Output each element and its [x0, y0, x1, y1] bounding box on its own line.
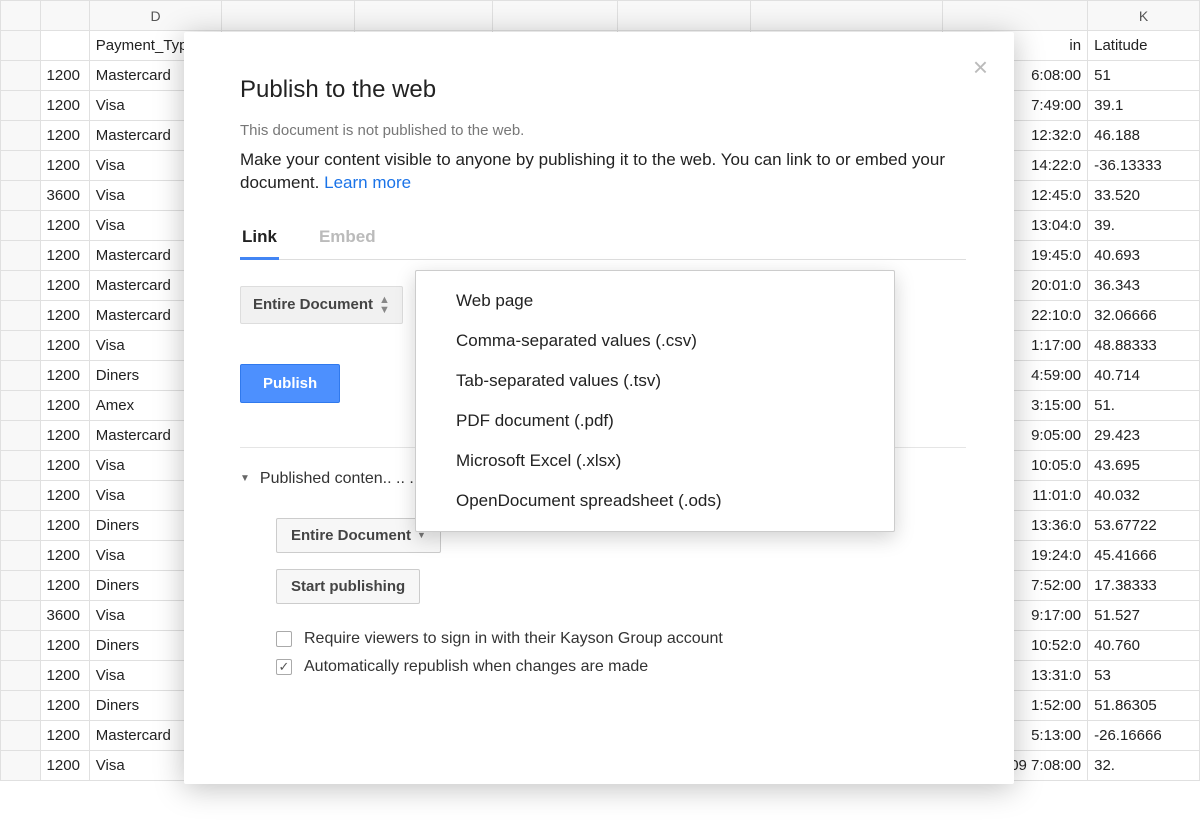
start-publishing-button[interactable]: Start publishing [276, 569, 420, 604]
col-header-D[interactable]: D [89, 1, 222, 31]
checkbox-checked-icon[interactable] [276, 659, 292, 675]
published-settings-panel: Entire Document ▼ Start publishing Requi… [240, 518, 966, 676]
format-option[interactable]: OpenDocument spreadsheet (.ods) [416, 481, 894, 521]
caret-down-icon: ▼ [240, 473, 250, 484]
tab-link[interactable]: Link [240, 221, 279, 259]
format-option[interactable]: Web page [416, 281, 894, 321]
publish-button[interactable]: Publish [240, 364, 340, 403]
publish-status: This document is not published to the we… [240, 122, 966, 139]
column-letter-row: D K [1, 1, 1200, 31]
auto-republish-label: Automatically republish when changes are… [304, 658, 648, 676]
format-option[interactable]: Comma-separated values (.csv) [416, 321, 894, 361]
tab-embed[interactable]: Embed [317, 221, 378, 259]
format-dropdown-menu: Web pageComma-separated values (.csv)Tab… [415, 270, 895, 532]
publish-tabs: Link Embed [240, 221, 966, 260]
close-icon[interactable]: × [973, 54, 988, 80]
dialog-title: Publish to the web [240, 76, 966, 104]
require-signin-row[interactable]: Require viewers to sign in with their Ka… [276, 630, 966, 648]
format-option[interactable]: PDF document (.pdf) [416, 401, 894, 441]
sort-arrows-icon: ▲▼ [379, 295, 390, 315]
scope-label: Entire Document [253, 296, 373, 313]
format-option[interactable]: Tab-separated values (.tsv) [416, 361, 894, 401]
dialog-description: Make your content visible to anyone by p… [240, 149, 966, 195]
require-signin-label: Require viewers to sign in with their Ka… [304, 630, 723, 648]
learn-more-link[interactable]: Learn more [324, 173, 411, 192]
scope-dropdown-button[interactable]: Entire Document ▲▼ [240, 286, 403, 324]
checkbox-unchecked-icon[interactable] [276, 631, 292, 647]
auto-republish-row[interactable]: Automatically republish when changes are… [276, 658, 966, 676]
col-header-K[interactable]: K [1088, 1, 1200, 31]
format-option[interactable]: Microsoft Excel (.xlsx) [416, 441, 894, 481]
